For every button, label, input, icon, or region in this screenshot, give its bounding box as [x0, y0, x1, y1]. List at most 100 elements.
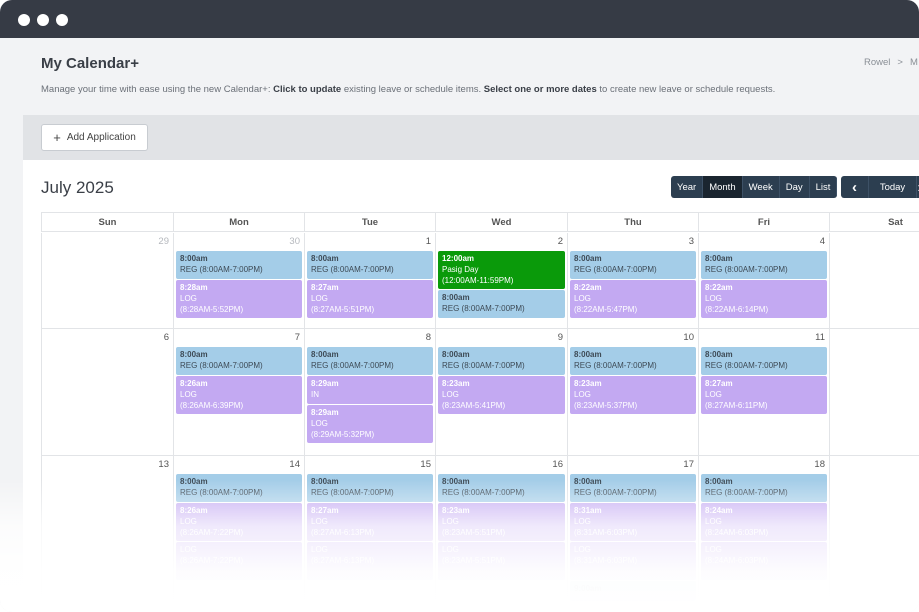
- calendar-event-reg[interactable]: 8:00am REG (8:00AM-7:00PM): [438, 290, 565, 318]
- day-number: 11: [815, 332, 825, 343]
- calendar-event-log[interactable]: 8:29am IN: [307, 376, 433, 404]
- event-text: (8:23AM-5:51PM): [442, 556, 506, 565]
- calendar-event-log[interactable]: 8:26am LOG (8:26AM-6:39PM): [176, 376, 302, 414]
- day-cell[interactable]: 3 8:00am REG (8:00AM-7:00PM) 8:22am LOG (8:22…: [567, 233, 698, 329]
- minimize-window-icon[interactable]: [37, 14, 49, 26]
- subtitle-segment: Click to update: [273, 84, 342, 95]
- day-cell[interactable]: 1 8:00am REG (8:00AM-7:00PM) 8:27am LOG (8:27…: [304, 233, 435, 329]
- calendar-event-log[interactable]: 8:27am LOG (8:27AM-5:51PM): [307, 280, 433, 318]
- day-number: 1: [425, 236, 431, 247]
- calendar-event-reg[interactable]: 8:00am REG (8:00AM-7:00PM): [701, 474, 827, 502]
- event-text: LOG: [180, 545, 197, 554]
- day-cell[interactable]: [829, 329, 919, 456]
- day-cell[interactable]: 9 8:00am REG (8:00AM-7:00PM) 8:23am LOG (8:23…: [435, 329, 567, 456]
- day-cell[interactable]: 11 8:00am REG (8:00AM-7:00PM) 8:27am LOG (8:2…: [698, 329, 829, 456]
- weekday-header-thu: Thu: [567, 212, 698, 232]
- day-cell[interactable]: [829, 233, 919, 329]
- view-list-button[interactable]: List: [809, 176, 838, 198]
- day-cell[interactable]: 29: [41, 233, 173, 329]
- event-text: REG (8:00AM-7:00PM): [180, 265, 263, 274]
- calendar-event-reg[interactable]: 8:00am REG (8:00AM-7:00PM): [701, 347, 827, 375]
- event-text: LOG: [574, 517, 591, 526]
- calendar-event-log[interactable]: 8:28am LOG (8:28AM-5:52PM): [176, 280, 302, 318]
- calendar-event-log[interactable]: 8:23am LOG (8:23AM-5:37PM): [570, 376, 696, 414]
- event-text: (8:26AM-6:39PM): [180, 401, 244, 410]
- calendar-event-reg[interactable]: 8:00am REG (8:00AM-7:00PM): [176, 347, 302, 375]
- today-button[interactable]: Today: [869, 176, 917, 198]
- maximize-window-icon[interactable]: [56, 14, 68, 26]
- add-application-button[interactable]: + Add Application: [41, 124, 148, 151]
- day-number: 29: [158, 236, 169, 247]
- calendar-event-log[interactable]: LOG (8:27AM-6:13PM): [307, 542, 433, 580]
- calendar-event-reg[interactable]: 8:00am REG (8:00AM-7:00PM): [307, 474, 433, 502]
- event-text: LOG: [574, 545, 591, 554]
- calendar-event-log[interactable]: LOG (8:31AM-6:03PM): [570, 542, 696, 580]
- view-month-button[interactable]: Month: [703, 176, 743, 198]
- calendar-event-log[interactable]: 8:29am LOG (8:29AM-5:32PM): [307, 405, 433, 443]
- day-cell[interactable]: 14 8:00am REG (8:00AM-7:00PM) 8:26am LOG (8:2…: [173, 456, 304, 612]
- day-cell[interactable]: 10 8:00am REG (8:00AM-7:00PM) 8:23am LOG (8:2…: [567, 329, 698, 456]
- calendar-event-log[interactable]: 8:22am LOG (8:22AM-6:14PM): [701, 280, 827, 318]
- event-text: REG (8:00AM-7:00PM): [311, 265, 394, 274]
- calendar-event-log[interactable]: 8:27am LOG (8:27AM-6:13PM): [307, 503, 433, 541]
- day-cell[interactable]: 6: [41, 329, 173, 456]
- day-cell[interactable]: 15 8:00am REG (8:00AM-7:00PM) 8:27am LOG (8:2…: [304, 456, 435, 612]
- day-cell[interactable]: 16 8:00am REG (8:00AM-7:00PM) 8:23am LOG (8:2…: [435, 456, 567, 612]
- calendar-event-reg[interactable]: 9:00am: [570, 581, 696, 601]
- event-text: LOG: [574, 294, 591, 303]
- event-time: 8:00am: [180, 350, 208, 359]
- calendar-event-reg[interactable]: 8:00am REG (8:00AM-7:00PM): [307, 347, 433, 375]
- event-text: REG (8:00AM-7:00PM): [180, 361, 263, 370]
- event-time: 8:31am: [574, 506, 602, 515]
- view-year-button[interactable]: Year: [671, 176, 704, 198]
- close-window-icon[interactable]: [18, 14, 30, 26]
- day-cell[interactable]: [829, 456, 919, 612]
- calendar-event-log[interactable]: LOG (8:23AM-5:51PM): [438, 542, 565, 580]
- view-day-button[interactable]: Day: [779, 176, 810, 198]
- breadcrumb-item[interactable]: Rowel: [864, 57, 890, 68]
- event-text: REG (8:00AM-7:00PM): [442, 304, 525, 313]
- event-time: 8:22am: [574, 283, 602, 292]
- calendar-event-reg[interactable]: 8:00am REG (8:00AM-7:00PM): [438, 474, 565, 502]
- calendar-event-reg[interactable]: 8:00am REG (8:00AM-7:00PM): [438, 347, 565, 375]
- day-number: 6: [163, 332, 169, 343]
- calendar-event-log[interactable]: 8:22am LOG (8:22AM-5:47PM): [570, 280, 696, 318]
- calendar-event-log[interactable]: LOG (8:26AM-7:22PM): [176, 542, 302, 580]
- day-number: 13: [158, 459, 169, 470]
- event-text: (8:27AM-6:11PM): [705, 401, 768, 410]
- month-title: July 2025: [41, 178, 114, 197]
- day-cell[interactable]: 8 8:00am REG (8:00AM-7:00PM) 8:29am IN 8:29am…: [304, 329, 435, 456]
- weekday-header-tue: Tue: [304, 212, 435, 232]
- breadcrumb: Rowel > M: [864, 57, 918, 68]
- prev-month-button[interactable]: ‹: [841, 176, 869, 198]
- day-cell[interactable]: 17 8:00am REG (8:00AM-7:00PM) 8:31am LOG (8:3…: [567, 456, 698, 612]
- event-text: LOG: [705, 517, 722, 526]
- subtitle-segment: Manage your time with ease using the new…: [41, 84, 274, 95]
- event-text: (8:29AM-5:32PM): [311, 430, 375, 439]
- day-cell[interactable]: 2 12:00am Pasig Day (12:00AM-11:59PM) 8:00am…: [435, 233, 567, 329]
- calendar-event-reg[interactable]: 8:00am REG (8:00AM-7:00PM): [701, 251, 827, 279]
- calendar-event-log[interactable]: 8:24am LOG (8:24AM-6:03PM): [701, 503, 827, 541]
- calendar-event-reg[interactable]: 8:00am REG (8:00AM-7:00PM): [570, 347, 696, 375]
- breadcrumb-item[interactable]: M: [910, 57, 918, 68]
- calendar-event-log[interactable]: 8:23am LOG (8:23AM-5:51PM): [438, 503, 565, 541]
- calendar-event-holiday[interactable]: 12:00am Pasig Day (12:00AM-11:59PM): [438, 251, 565, 289]
- calendar-event-reg[interactable]: 8:00am REG (8:00AM-7:00PM): [307, 251, 433, 279]
- calendar-event-log[interactable]: LOG (8:24AM-6:03PM): [701, 542, 827, 580]
- day-cell[interactable]: 13: [41, 456, 173, 612]
- day-cell[interactable]: 4 8:00am REG (8:00AM-7:00PM) 8:22am LOG (8:22…: [698, 233, 829, 329]
- day-cell[interactable]: 18 8:00am REG (8:00AM-7:00PM) 8:24am LOG (8:2…: [698, 456, 829, 612]
- view-week-button[interactable]: Week: [742, 176, 780, 198]
- calendar-event-reg[interactable]: 8:00am REG (8:00AM-7:00PM): [570, 474, 696, 502]
- day-cell[interactable]: 30 8:00am REG (8:00AM-7:00PM) 8:28am LOG (8:2…: [173, 233, 304, 329]
- day-number: 4: [819, 236, 825, 247]
- day-cell[interactable]: 7 8:00am REG (8:00AM-7:00PM) 8:26am LOG (8:26…: [173, 329, 304, 456]
- calendar-event-reg[interactable]: 8:00am REG (8:00AM-7:00PM): [176, 251, 302, 279]
- calendar-event-log[interactable]: 8:27am LOG (8:27AM-6:11PM): [701, 376, 827, 414]
- calendar-event-reg[interactable]: 8:00am REG (8:00AM-7:00PM): [570, 251, 696, 279]
- calendar-event-log[interactable]: 8:31am LOG (8:31AM-6:03PM): [570, 503, 696, 541]
- event-text: (8:28AM-5:52PM): [180, 305, 244, 314]
- calendar-event-log[interactable]: 8:26am LOG (8:26AM-7:22PM): [176, 503, 302, 541]
- calendar-event-log[interactable]: 8:23am LOG (8:23AM-5:41PM): [438, 376, 565, 414]
- calendar-event-reg[interactable]: 8:00am REG (8:00AM-7:00PM): [176, 474, 302, 502]
